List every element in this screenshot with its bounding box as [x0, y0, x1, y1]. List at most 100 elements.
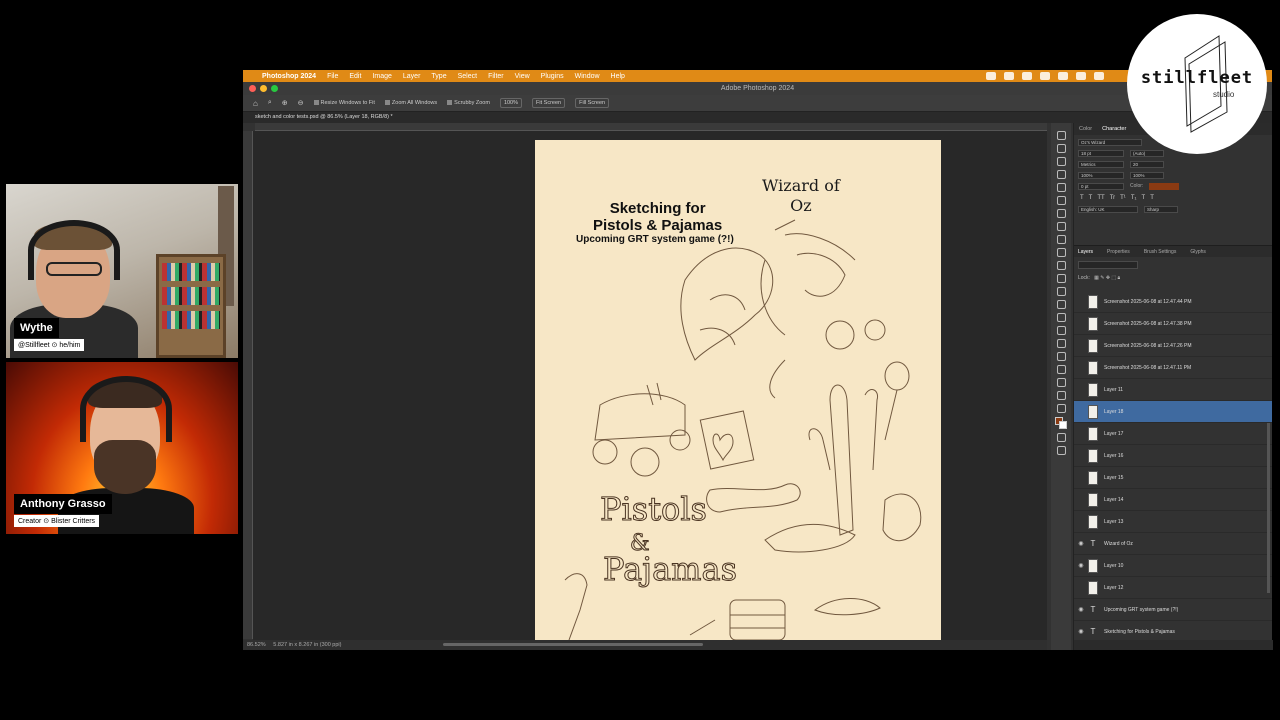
visibility-eye-icon[interactable]: ◉	[1074, 606, 1088, 613]
zoom-out-icon[interactable]: ⊖	[298, 99, 304, 107]
layer-name[interactable]: Layer 13	[1104, 519, 1123, 525]
layer-row[interactable]: Screenshot 2025-06-08 at 12.47.44 PM	[1074, 291, 1272, 313]
status-zoom[interactable]: 86.52%	[247, 642, 266, 648]
minimize-window-button[interactable]	[260, 85, 267, 92]
layer-name[interactable]: Screenshot 2025-06-08 at 12.47.44 PM	[1104, 299, 1192, 305]
headphones-icon[interactable]	[1040, 72, 1050, 80]
tab-character[interactable]: Character	[1102, 126, 1126, 132]
layer-row[interactable]: ◉ T Wizard of Oz	[1074, 533, 1272, 555]
zoom-window-button[interactable]	[271, 85, 278, 92]
fill-screen-button[interactable]: Fill Screen	[575, 98, 610, 108]
layer-row[interactable]: Layer 15	[1074, 467, 1272, 489]
healing-brush-tool-icon[interactable]	[1056, 222, 1066, 231]
layer-name[interactable]: Layer 15	[1104, 475, 1123, 481]
layer-row[interactable]: Screenshot 2025-06-08 at 12.47.38 PM	[1074, 313, 1272, 335]
visibility-eye-icon[interactable]: ◉	[1074, 540, 1088, 547]
rectangle-tool-icon[interactable]	[1056, 365, 1066, 374]
layer-row[interactable]: Layer 13	[1074, 511, 1272, 533]
home-icon[interactable]: ⌂	[253, 99, 258, 108]
style-allcaps-button[interactable]: TT	[1097, 195, 1104, 201]
tab-glyphs[interactable]: Glyphs	[1190, 249, 1206, 255]
menu-plugins[interactable]: Plugins	[541, 73, 564, 80]
style-underline-button[interactable]: T	[1142, 195, 1146, 201]
menu-help[interactable]: Help	[611, 73, 625, 80]
style-strike-button[interactable]: T	[1150, 195, 1154, 201]
layer-row[interactable]: Layer 18	[1074, 401, 1272, 423]
layer-name[interactable]: Layer 11	[1104, 387, 1123, 393]
canvas-area[interactable]: Sketching for Pistols & Pajamas Upcoming…	[253, 131, 1047, 640]
display-icon[interactable]	[1004, 72, 1014, 80]
fit-screen-button[interactable]: Fit Screen	[532, 98, 566, 108]
text-color-swatch[interactable]	[1149, 183, 1180, 190]
brush-tool-icon[interactable]	[1056, 235, 1066, 244]
user-icon[interactable]	[1094, 72, 1104, 80]
layer-row[interactable]: Layer 16	[1074, 445, 1272, 467]
menu-app-name[interactable]: Photoshop 2024	[262, 73, 316, 80]
record-icon[interactable]	[1058, 72, 1068, 80]
menu-image[interactable]: Image	[372, 73, 391, 80]
resize-windows-checkbox[interactable]: Resize Windows to Fit	[313, 100, 375, 106]
zoom-tool-icon[interactable]: ⌕	[268, 99, 272, 107]
lock-icons[interactable]: ▦ ✎ ✥ ⬚ 🔒︎	[1091, 275, 1120, 281]
layer-name[interactable]: Wizard of Oz	[1104, 541, 1133, 547]
language-select[interactable]: English: UK	[1078, 206, 1138, 213]
move-tool-icon[interactable]	[1056, 131, 1066, 140]
zoom-tool-icon[interactable]	[1056, 391, 1066, 400]
zoom-all-windows-checkbox[interactable]: Zoom All Windows	[384, 100, 437, 106]
menu-window[interactable]: Window	[575, 73, 600, 80]
layer-name[interactable]: Layer 18	[1104, 409, 1123, 415]
layer-name[interactable]: Layer 17	[1104, 431, 1123, 437]
layer-row[interactable]: Layer 14	[1074, 489, 1272, 511]
layer-row[interactable]: ◉ T Upcoming GRT system game (?!)	[1074, 599, 1272, 621]
layer-name[interactable]: Screenshot 2025-06-08 at 12.47.26 PM	[1104, 343, 1192, 349]
layer-row[interactable]: Screenshot 2025-06-08 at 12.47.11 PM	[1074, 357, 1272, 379]
eyedropper-tool-icon[interactable]	[1056, 209, 1066, 218]
menu-filter[interactable]: Filter	[488, 73, 504, 80]
tab-properties[interactable]: Properties	[1107, 249, 1130, 255]
marquee-tool-icon[interactable]	[1056, 144, 1066, 153]
visibility-eye-icon[interactable]: ◉	[1074, 562, 1088, 569]
blur-tool-icon[interactable]	[1056, 300, 1066, 309]
zoom-in-icon[interactable]: ⊕	[282, 99, 288, 107]
scrubby-zoom-checkbox[interactable]: Scrubby Zoom	[447, 100, 490, 106]
layer-name[interactable]: Layer 16	[1104, 453, 1123, 459]
layer-name[interactable]: Upcoming GRT system game (?!)	[1104, 607, 1178, 613]
layer-name[interactable]: Layer 12	[1104, 585, 1123, 591]
kerning-field[interactable]: Metrics	[1078, 161, 1124, 168]
canvas-scrollbar-horizontal[interactable]	[443, 643, 703, 646]
color-swatches[interactable]	[1055, 417, 1067, 429]
horizontal-scale-field[interactable]: 100%	[1130, 172, 1164, 179]
layer-name[interactable]: Sketching for Pistols & Pajamas	[1104, 629, 1175, 635]
menu-type[interactable]: Type	[431, 73, 446, 80]
close-window-button[interactable]	[249, 85, 256, 92]
tab-layers[interactable]: Layers	[1078, 249, 1093, 255]
dodge-tool-icon[interactable]	[1056, 313, 1066, 322]
tab-color[interactable]: Color	[1079, 126, 1092, 132]
style-smallcaps-button[interactable]: Tr	[1110, 195, 1115, 201]
document-canvas[interactable]: Sketching for Pistols & Pajamas Upcoming…	[535, 140, 941, 640]
eraser-tool-icon[interactable]	[1056, 274, 1066, 283]
hand-tool-icon[interactable]	[1056, 378, 1066, 387]
menu-edit[interactable]: Edit	[349, 73, 361, 80]
menu-layer[interactable]: Layer	[403, 73, 421, 80]
screen-mode-icon[interactable]	[1056, 446, 1066, 455]
screen-share-icon[interactable]	[986, 72, 996, 80]
layers-scrollbar[interactable]	[1267, 423, 1270, 593]
layer-row[interactable]: Layer 12	[1074, 577, 1272, 599]
document-tab[interactable]: sketch and color tests.psd @ 86.5% (Laye…	[243, 112, 1272, 123]
gradient-tool-icon[interactable]	[1056, 287, 1066, 296]
layer-row[interactable]: Layer 11	[1074, 379, 1272, 401]
tab-brush-settings[interactable]: Brush Settings	[1144, 249, 1177, 255]
quick-mask-icon[interactable]	[1056, 433, 1066, 442]
layer-name[interactable]: Layer 10	[1104, 563, 1123, 569]
path-select-tool-icon[interactable]	[1056, 352, 1066, 361]
type-tool-icon[interactable]	[1056, 339, 1066, 348]
style-italic-button[interactable]: T	[1089, 195, 1093, 201]
style-bold-button[interactable]: T	[1080, 195, 1084, 201]
more-tools-icon[interactable]	[1056, 404, 1066, 413]
crop-tool-icon[interactable]	[1056, 183, 1066, 192]
frame-tool-icon[interactable]	[1056, 196, 1066, 205]
history-brush-tool-icon[interactable]	[1056, 261, 1066, 270]
pen-tool-icon[interactable]	[1056, 326, 1066, 335]
menu-view[interactable]: View	[515, 73, 530, 80]
